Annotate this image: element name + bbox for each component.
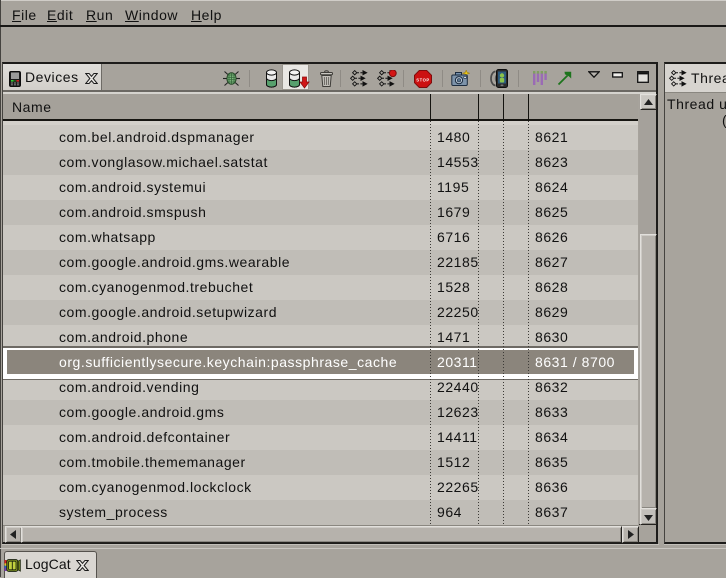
svg-text:STOP: STOP [416,77,430,82]
